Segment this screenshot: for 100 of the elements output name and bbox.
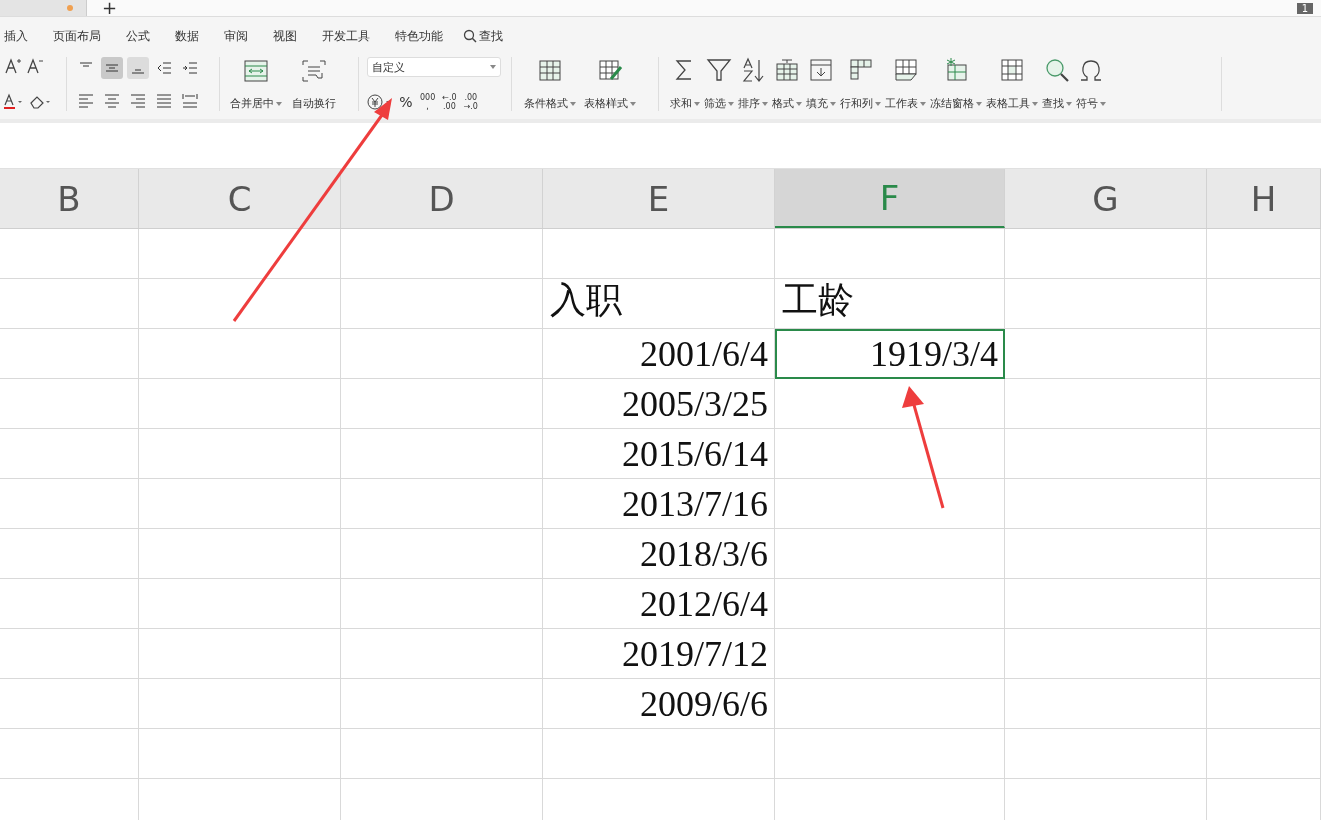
table-cell[interactable] — [0, 729, 139, 779]
table-cell[interactable]: 2015/6/14 — [543, 429, 775, 479]
table-cell[interactable] — [341, 679, 543, 729]
ribbon-button[interactable]: 填充 — [805, 57, 837, 111]
table-cell[interactable] — [139, 479, 341, 529]
ribbon-button[interactable]: 行和列 — [839, 57, 882, 111]
table-cell[interactable] — [1207, 679, 1321, 729]
table-cell[interactable] — [775, 629, 1005, 679]
table-cell[interactable] — [341, 379, 543, 429]
table-cell[interactable] — [341, 429, 543, 479]
table-cell[interactable]: 入职 — [543, 279, 775, 329]
table-cell[interactable] — [139, 729, 341, 779]
table-cell[interactable] — [341, 479, 543, 529]
table-cell[interactable] — [1005, 279, 1207, 329]
menu-tab[interactable]: 页面布局 — [53, 23, 101, 45]
ribbon-button[interactable]: 表格工具 — [985, 57, 1039, 111]
table-cell[interactable] — [1207, 479, 1321, 529]
column-header[interactable]: B — [0, 169, 139, 228]
column-header[interactable]: G — [1005, 169, 1207, 228]
table-cell[interactable] — [543, 729, 775, 779]
number-format-button[interactable]: % — [398, 97, 414, 107]
table-cell[interactable] — [0, 379, 139, 429]
table-cell[interactable] — [1005, 629, 1207, 679]
table-cell[interactable] — [341, 229, 543, 279]
ribbon-button[interactable]: 条件格式 — [522, 57, 578, 111]
new-tab-button[interactable]: + — [102, 2, 118, 14]
table-cell[interactable] — [1005, 579, 1207, 629]
align-bottom-icon[interactable] — [127, 57, 149, 79]
table-cell[interactable] — [1005, 529, 1207, 579]
table-cell[interactable] — [1207, 529, 1321, 579]
font-shrink-icon[interactable] — [26, 57, 44, 75]
table-cell[interactable]: 2018/3/6 — [543, 529, 775, 579]
table-cell[interactable] — [1005, 729, 1207, 779]
table-cell[interactable]: 2019/7/12 — [543, 629, 775, 679]
column-header[interactable]: D — [341, 169, 543, 228]
number-format-button[interactable]: .00 →.0 — [462, 93, 479, 111]
table-cell[interactable] — [139, 629, 341, 679]
table-cell[interactable]: 2005/3/25 — [543, 379, 775, 429]
menu-tab[interactable]: 视图 — [273, 23, 297, 45]
table-cell[interactable] — [0, 279, 139, 329]
table-cell[interactable] — [1005, 429, 1207, 479]
table-cell[interactable] — [1005, 229, 1207, 279]
table-cell[interactable] — [1207, 379, 1321, 429]
table-cell[interactable] — [139, 229, 341, 279]
table-cell[interactable] — [775, 479, 1005, 529]
table-cell[interactable] — [1005, 679, 1207, 729]
column-header[interactable]: H — [1207, 169, 1321, 228]
table-cell[interactable] — [0, 229, 139, 279]
table-cell[interactable] — [341, 579, 543, 629]
menu-tab[interactable]: 开发工具 — [322, 23, 370, 45]
table-cell[interactable] — [341, 629, 543, 679]
table-cell[interactable] — [139, 579, 341, 629]
table-cell[interactable] — [775, 229, 1005, 279]
menu-tab[interactable]: 数据 — [175, 23, 199, 45]
table-cell[interactable] — [543, 229, 775, 279]
table-cell[interactable]: 1919/3/4 — [775, 329, 1005, 379]
ribbon-button[interactable]: 格式 — [771, 57, 803, 111]
table-cell[interactable]: 2013/7/16 — [543, 479, 775, 529]
table-cell[interactable] — [1207, 579, 1321, 629]
table-cell[interactable]: 2012/6/4 — [543, 579, 775, 629]
ribbon-button[interactable]: 自动换行 — [290, 57, 338, 111]
table-cell[interactable] — [0, 579, 139, 629]
search-link[interactable]: 查找 — [463, 23, 503, 45]
table-cell[interactable]: 2001/6/4 — [543, 329, 775, 379]
table-cell[interactable]: 2009/6/6 — [543, 679, 775, 729]
table-cell[interactable] — [1005, 379, 1207, 429]
ribbon-button[interactable]: 查找 — [1041, 57, 1073, 111]
ribbon-button[interactable]: 合并居中 — [228, 57, 284, 111]
table-cell[interactable] — [341, 329, 543, 379]
table-cell[interactable] — [341, 279, 543, 329]
table-cell[interactable] — [139, 429, 341, 479]
ribbon-button[interactable]: 工作表 — [884, 57, 927, 111]
ribbon-button[interactable]: 排序 — [737, 57, 769, 111]
menu-tab[interactable]: 审阅 — [224, 23, 248, 45]
table-cell[interactable] — [775, 679, 1005, 729]
number-format-button[interactable]: 000 , — [419, 93, 437, 111]
number-format-dropdown[interactable]: 自定义 — [367, 57, 501, 77]
table-cell[interactable] — [139, 329, 341, 379]
table-cell[interactable] — [1005, 479, 1207, 529]
table-cell[interactable] — [1005, 329, 1207, 379]
ribbon-button[interactable]: 冻结窗格 — [929, 57, 983, 111]
table-cell[interactable] — [0, 429, 139, 479]
table-cell[interactable] — [1207, 429, 1321, 479]
ribbon-button[interactable]: 符号 — [1075, 57, 1107, 111]
table-cell[interactable] — [1207, 329, 1321, 379]
table-cell[interactable] — [139, 679, 341, 729]
table-cell[interactable] — [139, 379, 341, 429]
table-cell[interactable] — [1207, 629, 1321, 679]
column-header[interactable]: C — [139, 169, 341, 228]
font-color-icon[interactable] — [4, 93, 24, 111]
table-cell[interactable]: 工龄 — [775, 279, 1005, 329]
table-cell[interactable] — [341, 729, 543, 779]
font-grow-icon[interactable] — [4, 57, 22, 75]
table-cell[interactable] — [0, 479, 139, 529]
ribbon-button[interactable]: 求和 — [669, 57, 701, 111]
table-cell[interactable] — [1207, 279, 1321, 329]
table-cell[interactable] — [775, 579, 1005, 629]
table-cell[interactable] — [1207, 229, 1321, 279]
number-format-button[interactable]: ←.0 .00 — [441, 93, 458, 111]
ribbon-button[interactable]: 表格样式 — [582, 57, 638, 111]
